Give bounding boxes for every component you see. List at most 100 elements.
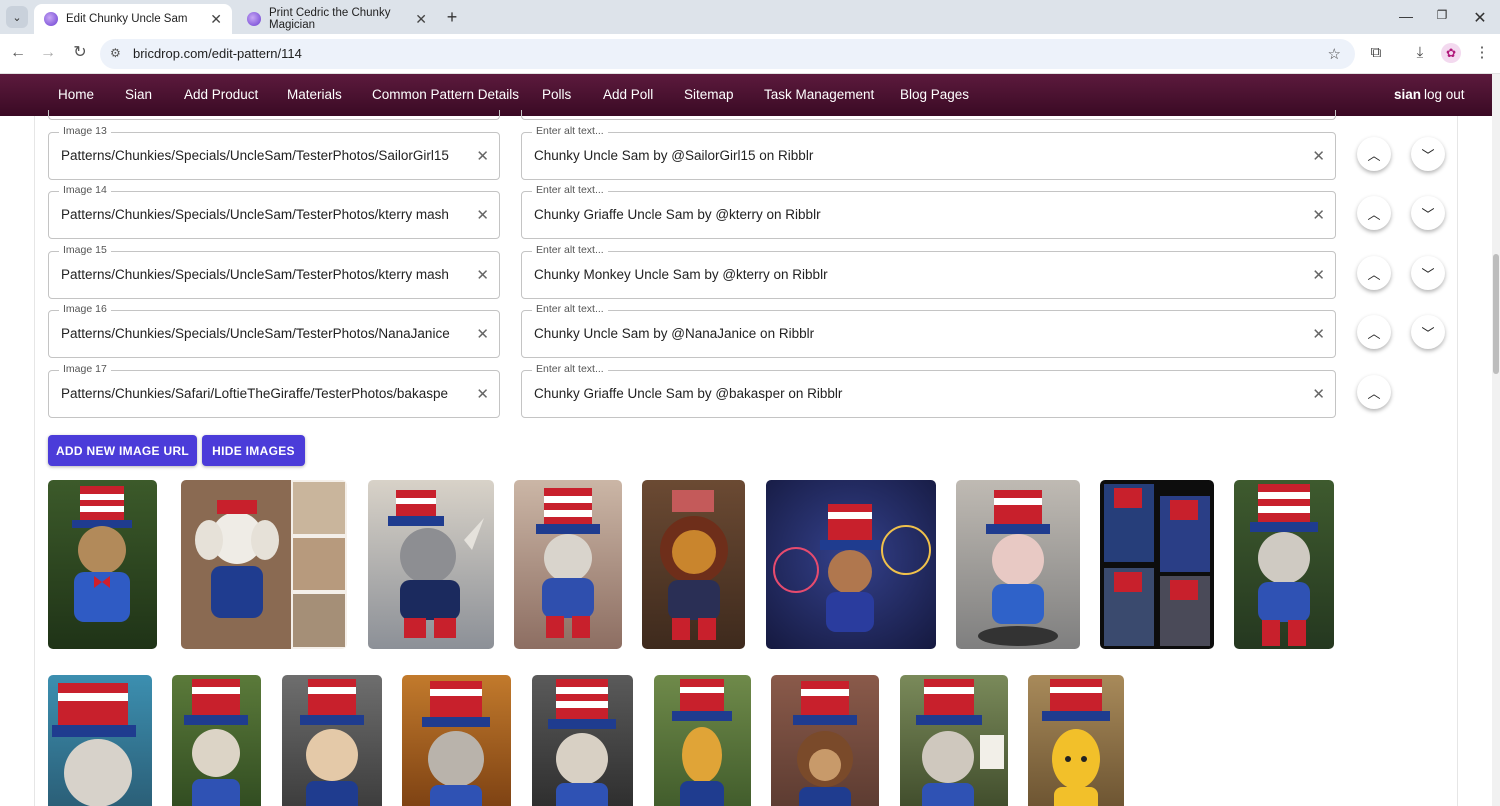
- clear-icon[interactable]: ✕: [1312, 266, 1325, 284]
- move-up-button[interactable]: ︿: [1357, 315, 1391, 349]
- move-up-button[interactable]: ︿: [1357, 196, 1391, 230]
- nav-task-management[interactable]: Task Management: [764, 87, 874, 102]
- move-down-button[interactable]: ﹀: [1411, 315, 1445, 349]
- menu-kebab-icon[interactable]: ⋮: [1472, 43, 1492, 63]
- thumbnail-image[interactable]: [1100, 480, 1214, 649]
- maximize-icon[interactable]: ❐: [1432, 8, 1452, 22]
- alt-text-field[interactable]: Enter alt text... Chunky Griaffe Uncle S…: [521, 184, 1336, 239]
- url-text[interactable]: bricdrop.com/edit-pattern/114: [133, 46, 302, 61]
- move-up-button[interactable]: ︿: [1357, 137, 1391, 171]
- nav-sitemap[interactable]: Sitemap: [684, 87, 734, 102]
- thumbnail-image[interactable]: [900, 675, 1008, 806]
- thumbnail-image[interactable]: [514, 480, 622, 649]
- add-new-image-url-button[interactable]: ADD NEW IMAGE URL: [48, 435, 197, 466]
- tab-search-chevron-icon[interactable]: ⌄: [6, 6, 28, 28]
- clear-icon[interactable]: ✕: [476, 266, 489, 284]
- image-url-value[interactable]: Patterns/Chunkies/Specials/UncleSam/Test…: [61, 148, 466, 163]
- download-icon[interactable]: ⤓: [1410, 43, 1430, 63]
- thumbnail-image[interactable]: [368, 480, 494, 649]
- tab-edit-chunky-uncle-sam[interactable]: Edit Chunky Uncle Sam ✕: [34, 4, 232, 34]
- image-url-value[interactable]: Patterns/Chunkies/Specials/UncleSam/Test…: [61, 326, 466, 341]
- thumbnail-image[interactable]: [402, 675, 511, 806]
- thumbnail-image[interactable]: [654, 675, 751, 806]
- minimize-icon[interactable]: —: [1396, 8, 1416, 24]
- image-url-value[interactable]: Patterns/Chunkies/Specials/UncleSam/Test…: [61, 267, 466, 282]
- thumbnail-image[interactable]: [48, 480, 157, 649]
- move-up-button[interactable]: ︿: [1357, 256, 1391, 290]
- back-icon[interactable]: ←: [8, 43, 28, 63]
- clear-icon[interactable]: ✕: [476, 147, 489, 165]
- alt-text-value[interactable]: Chunky Uncle Sam by @SailorGirl15 on Rib…: [534, 148, 1294, 163]
- clear-icon[interactable]: ✕: [476, 325, 489, 343]
- bookmark-star-icon[interactable]: ☆: [1328, 45, 1341, 63]
- profile-avatar-icon[interactable]: ✿: [1441, 43, 1461, 63]
- clear-icon[interactable]: ✕: [1312, 147, 1325, 165]
- image-url-field[interactable]: Image 15 Patterns/Chunkies/Specials/Uncl…: [48, 244, 500, 299]
- image-url-field[interactable]: Image 13 Patterns/Chunkies/Specials/Uncl…: [48, 125, 500, 180]
- extensions-icon[interactable]: ⧉: [1366, 43, 1386, 63]
- image-url-field[interactable]: Image 17 Patterns/Chunkies/Safari/Loftie…: [48, 363, 500, 418]
- alt-text-value[interactable]: Chunky Uncle Sam by @NanaJanice on Ribbl…: [534, 326, 1294, 341]
- image-url-field[interactable]: Image 14 Patterns/Chunkies/Specials/Uncl…: [48, 184, 500, 239]
- clear-icon[interactable]: ✕: [476, 206, 489, 224]
- window-close-icon[interactable]: ✕: [1470, 8, 1490, 28]
- nav-home[interactable]: Home: [58, 87, 94, 102]
- nav-blog-pages[interactable]: Blog Pages: [900, 87, 969, 102]
- move-down-button[interactable]: ﹀: [1411, 196, 1445, 230]
- reload-icon[interactable]: ↻: [70, 43, 90, 63]
- alt-text-value[interactable]: Chunky Monkey Uncle Sam by @kterry on Ri…: [534, 267, 1294, 282]
- alt-text-field[interactable]: Enter alt text... Chunky Uncle Sam by @N…: [521, 303, 1336, 358]
- nav-username[interactable]: sian: [1394, 87, 1421, 102]
- nav-add-product[interactable]: Add Product: [184, 87, 258, 102]
- uncle-sam-close-up-photo: [52, 683, 136, 806]
- site-info-icon[interactable]: ⚙: [110, 46, 121, 60]
- thumbnail-image[interactable]: [1234, 480, 1334, 649]
- previous-url-field: [48, 110, 500, 120]
- thumbnail-image[interactable]: [642, 480, 745, 649]
- thumbnail-image[interactable]: [181, 480, 347, 649]
- thumbnail-image[interactable]: [282, 675, 382, 806]
- alt-text-value[interactable]: Chunky Griaffe Uncle Sam by @bakasper on…: [534, 386, 1294, 401]
- uncle-sam-classic-photo: [300, 679, 364, 806]
- uncle-sam-collage-photo: [1104, 484, 1210, 646]
- move-up-button[interactable]: ︿: [1357, 375, 1391, 409]
- image-url-value[interactable]: Patterns/Chunkies/Safari/LoftieTheGiraff…: [61, 386, 466, 401]
- close-icon[interactable]: ✕: [210, 11, 222, 28]
- nav-materials[interactable]: Materials: [287, 87, 342, 102]
- nav-logout[interactable]: log out: [1424, 87, 1465, 102]
- uncle-sam-poster-photo: [916, 679, 1004, 806]
- close-icon[interactable]: ✕: [415, 11, 427, 28]
- page-scrollbar[interactable]: [1492, 74, 1500, 806]
- thumbnail-image[interactable]: [956, 480, 1080, 649]
- scrollbar-thumb[interactable]: [1493, 254, 1499, 374]
- thumbnail-image[interactable]: [1028, 675, 1124, 806]
- uncle-sam-graphic-poster: [773, 504, 931, 632]
- thumbnail-image[interactable]: [48, 675, 152, 806]
- thumbnail-image[interactable]: [766, 480, 936, 649]
- nav-sian[interactable]: Sian: [125, 87, 152, 102]
- alt-text-field[interactable]: Enter alt text... Chunky Griaffe Uncle S…: [521, 363, 1336, 418]
- move-down-button[interactable]: ﹀: [1411, 256, 1445, 290]
- thumbnail-image[interactable]: [172, 675, 261, 806]
- hide-images-button[interactable]: HIDE IMAGES: [202, 435, 305, 466]
- alt-text-value[interactable]: Chunky Griaffe Uncle Sam by @kterry on R…: [534, 207, 1294, 222]
- new-tab-icon[interactable]: +: [442, 7, 462, 27]
- clear-icon[interactable]: ✕: [1312, 325, 1325, 343]
- thumbnail-image[interactable]: [771, 675, 879, 806]
- forward-icon[interactable]: →: [38, 43, 58, 63]
- nav-add-poll[interactable]: Add Poll: [603, 87, 653, 102]
- thumbnail-image[interactable]: [532, 675, 633, 806]
- site-favicon-icon: [247, 12, 261, 26]
- clear-icon[interactable]: ✕: [476, 385, 489, 403]
- alt-text-field[interactable]: Enter alt text... Chunky Monkey Uncle Sa…: [521, 244, 1336, 299]
- address-bar[interactable]: ⚙ bricdrop.com/edit-pattern/114 ☆: [100, 39, 1355, 69]
- move-down-button[interactable]: ﹀: [1411, 137, 1445, 171]
- clear-icon[interactable]: ✕: [1312, 206, 1325, 224]
- nav-polls[interactable]: Polls: [542, 87, 571, 102]
- tab-print-cedric[interactable]: Print Cedric the Chunky Magician ✕: [237, 4, 437, 34]
- nav-common-pattern-details[interactable]: Common Pattern Details: [372, 87, 519, 102]
- image-url-value[interactable]: Patterns/Chunkies/Specials/UncleSam/Test…: [61, 207, 466, 222]
- image-url-field[interactable]: Image 16 Patterns/Chunkies/Specials/Uncl…: [48, 303, 500, 358]
- clear-icon[interactable]: ✕: [1312, 385, 1325, 403]
- alt-text-field[interactable]: Enter alt text... Chunky Uncle Sam by @S…: [521, 125, 1336, 180]
